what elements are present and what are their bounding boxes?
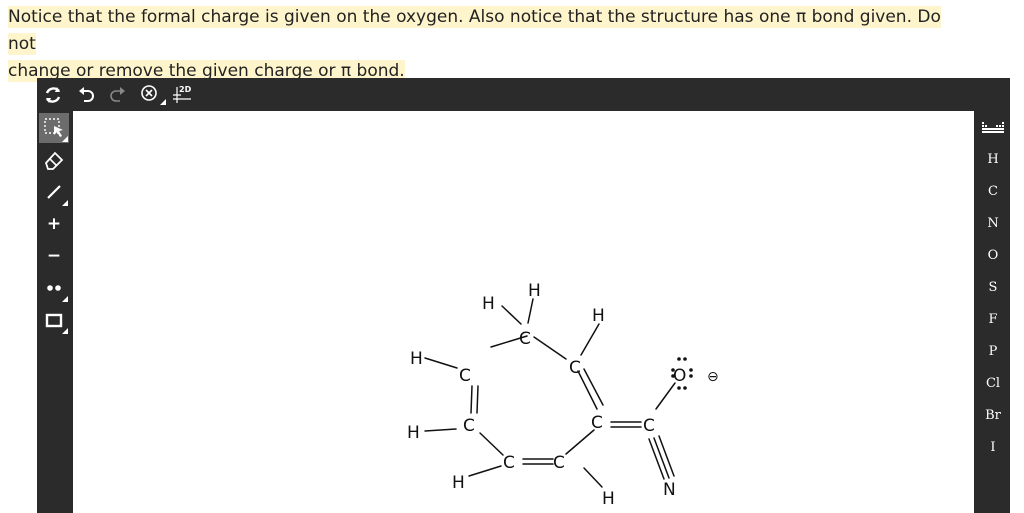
atom-c7: C — [463, 416, 475, 436]
bond-c2-c3 — [533, 336, 567, 360]
bond-c6-c7 — [479, 432, 504, 456]
atom-h3: H — [592, 306, 605, 326]
element-o-button[interactable]: O — [976, 241, 1010, 269]
atom-c5: C — [553, 453, 565, 473]
clear-icon[interactable] — [41, 81, 65, 109]
atom-h7: H — [602, 489, 615, 509]
periodic-table-icon[interactable] — [976, 113, 1010, 141]
lone-pair-tool-icon[interactable] — [39, 273, 69, 303]
element-p-button[interactable]: P — [976, 337, 1010, 365]
redo-icon[interactable] — [107, 81, 129, 109]
element-h-button[interactable]: H — [976, 145, 1010, 173]
atom-c8: C — [643, 416, 655, 436]
select-tool-icon[interactable] — [39, 113, 69, 143]
rectangle-tool-icon[interactable] — [39, 305, 69, 335]
element-s-button[interactable]: S — [976, 273, 1010, 301]
atom-c4: C — [591, 413, 603, 433]
atom-c1: C — [459, 366, 471, 386]
drawing-canvas[interactable]: C C C C C C C C O N H H H H H H H ⊖ — [73, 111, 974, 513]
bond-c3-h3 — [580, 323, 600, 356]
bond-c3-c4-double — [583, 368, 604, 406]
element-i-button[interactable]: I — [976, 433, 1010, 461]
bonds — [424, 298, 676, 488]
bond-c5-h7 — [583, 467, 603, 488]
molecule-editor: 2D + − C C C C C C C C O N H H H H H H H… — [37, 78, 1010, 513]
atom-nitrogen: N — [663, 480, 676, 500]
bond-c2-h1 — [501, 305, 522, 325]
instruction-line-1: Notice that the formal charge is given o… — [8, 6, 941, 55]
bond-c1-h4 — [424, 357, 458, 369]
atom-labels: C C C C C C C C O N H H H H H H H — [407, 281, 686, 509]
zoom-icon[interactable] — [137, 81, 167, 109]
atom-c3: C — [569, 358, 581, 378]
positive-charge-tool-icon[interactable]: + — [39, 209, 69, 239]
eraser-tool-icon[interactable] — [39, 145, 69, 175]
element-c-button[interactable]: C — [976, 177, 1010, 205]
top-toolbar: 2D — [37, 78, 1010, 111]
left-toolbar: + − — [37, 111, 71, 513]
atom-c6: C — [503, 453, 515, 473]
negative-charge-tool-icon[interactable]: − — [39, 241, 69, 271]
atom-c2: C — [519, 329, 531, 349]
right-toolbar: H C N O S F P Cl Br I — [976, 111, 1010, 513]
element-br-button[interactable]: Br — [976, 401, 1010, 429]
atom-h5: H — [407, 423, 420, 443]
bond-tool-icon[interactable] — [39, 177, 69, 207]
element-cl-button[interactable]: Cl — [976, 369, 1010, 397]
atom-oxygen: O — [673, 366, 686, 386]
element-n-button[interactable]: N — [976, 209, 1010, 237]
element-f-button[interactable]: F — [976, 305, 1010, 333]
instruction-text: Notice that the formal charge is given o… — [8, 4, 956, 85]
atom-h6: H — [452, 473, 465, 493]
atom-h1: H — [482, 294, 495, 314]
2d-clean-icon[interactable]: 2D — [171, 81, 195, 109]
atom-h4: H — [410, 349, 423, 369]
bond-c7-h5 — [424, 428, 457, 432]
bond-c2-h2 — [527, 298, 534, 324]
negative-charge-symbol: ⊖ — [707, 369, 719, 385]
bond-c7-c1-double — [476, 385, 479, 414]
bond-c8-o — [655, 382, 676, 410]
2d-label: 2D — [179, 85, 192, 94]
bond-c7-c1 — [470, 385, 473, 414]
bond-c4-c5 — [565, 429, 595, 455]
undo-icon[interactable] — [75, 81, 97, 109]
bond-c6-h6 — [468, 465, 502, 477]
atom-h2: H — [528, 281, 541, 301]
